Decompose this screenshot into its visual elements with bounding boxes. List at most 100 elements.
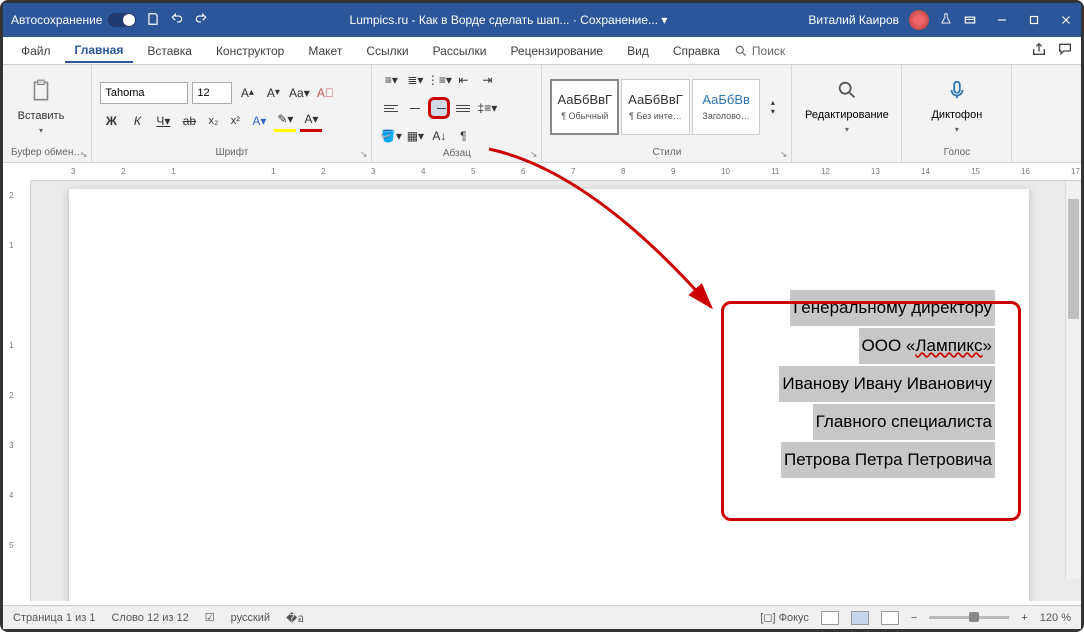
ribbon-tabs: Файл Главная Вставка Конструктор Макет С… (3, 37, 1081, 65)
italic-button[interactable]: К (126, 110, 148, 132)
shading-button[interactable]: 🪣▾ (380, 125, 402, 147)
header-text-block[interactable]: Генеральному директору ООО «Лампикс» Ива… (779, 289, 995, 479)
tab-file[interactable]: Файл (11, 40, 61, 62)
align-right-button[interactable] (428, 97, 450, 119)
zoom-slider[interactable] (929, 616, 1009, 619)
underline-button[interactable]: Ч▾ (152, 110, 174, 132)
bold-button[interactable]: Ж (100, 110, 122, 132)
text-line[interactable]: Главного специалиста (813, 404, 995, 440)
group-voice: Диктофон ▾ Голос (902, 65, 1012, 162)
minimize-icon[interactable] (995, 13, 1009, 27)
zoom-in-button[interactable]: + (1021, 612, 1027, 624)
line-spacing-button[interactable]: ‡≡▾ (476, 97, 498, 119)
group-label-paragraph: Абзац (380, 147, 533, 160)
tab-insert[interactable]: Вставка (137, 40, 202, 62)
find-icon[interactable] (836, 79, 858, 101)
ribbon: Вставить ▾ Буфер обмен… ↘ A▴ A▾ Aa▾ A⃠ Ж… (3, 65, 1081, 163)
borders-button[interactable]: ▦▾ (404, 125, 426, 147)
redo-icon[interactable] (194, 12, 208, 29)
focus-mode[interactable]: [◻] Фокус (760, 611, 809, 624)
change-case-button[interactable]: Aa▾ (288, 82, 310, 104)
multilevel-button[interactable]: ⋮≡▾ (428, 69, 450, 91)
status-lang[interactable]: русский (231, 612, 270, 624)
tab-layout[interactable]: Макет (298, 40, 352, 62)
paragraph-launcher-icon[interactable]: ↘ (530, 149, 538, 160)
close-icon[interactable] (1059, 13, 1073, 27)
flask-icon[interactable] (939, 12, 953, 29)
bullets-button[interactable]: ≡▾ (380, 69, 402, 91)
statusbar: Страница 1 из 1 Слово 12 из 12 ☑ русский… (3, 605, 1081, 629)
status-words[interactable]: Слово 12 из 12 (111, 612, 188, 624)
autosave-toggle[interactable]: Автосохранение (11, 13, 136, 27)
style-heading1[interactable]: АаБбВв Заголово… (692, 79, 761, 135)
superscript-button[interactable]: x² (226, 112, 244, 130)
comments-icon[interactable] (1057, 41, 1073, 60)
styles-more-button[interactable]: ▴▾ (762, 96, 783, 118)
numbering-button[interactable]: ≣▾ (404, 69, 426, 91)
zoom-out-button[interactable]: − (911, 612, 917, 624)
show-marks-button[interactable]: ¶ (452, 125, 474, 147)
view-read-button[interactable] (821, 611, 839, 625)
mic-icon[interactable] (946, 79, 968, 101)
zoom-level[interactable]: 120 % (1040, 612, 1071, 624)
tab-review[interactable]: Рецензирование (500, 40, 613, 62)
dec-indent-button[interactable]: ⇤ (452, 69, 474, 91)
grow-font-button[interactable]: A▴ (236, 82, 258, 104)
status-page[interactable]: Страница 1 из 1 (13, 612, 95, 624)
spellcheck-icon[interactable]: ☑ (205, 611, 215, 624)
font-launcher-icon[interactable]: ↘ (360, 149, 368, 160)
text-line[interactable]: ООО «Лампикс» (859, 328, 995, 364)
save-icon[interactable] (146, 12, 160, 29)
tab-home[interactable]: Главная (65, 39, 134, 63)
tab-view[interactable]: Вид (617, 40, 659, 62)
paste-icon[interactable] (28, 78, 54, 104)
shrink-font-button[interactable]: A▾ (262, 82, 284, 104)
share-icon[interactable] (1031, 41, 1047, 60)
view-web-button[interactable] (881, 611, 899, 625)
maximize-icon[interactable] (1027, 13, 1041, 27)
font-size-select[interactable] (192, 82, 232, 104)
inc-indent-button[interactable]: ⇥ (476, 69, 498, 91)
align-center-button[interactable] (404, 97, 426, 119)
vertical-ruler[interactable]: 2112345 (3, 181, 31, 601)
text-effects-button[interactable]: A▾ (248, 110, 270, 132)
styles-launcher-icon[interactable]: ↘ (780, 149, 788, 160)
undo-icon[interactable] (170, 12, 184, 29)
text-line[interactable]: Генеральному директору (790, 290, 995, 326)
accessibility-icon[interactable]: �อ (286, 609, 304, 627)
clipboard-launcher-icon[interactable]: ↘ (80, 149, 88, 160)
clear-format-button[interactable]: A⃠ (314, 82, 336, 104)
font-color-button[interactable]: A▾ (300, 110, 322, 132)
view-print-button[interactable] (851, 611, 869, 625)
tab-help[interactable]: Справка (663, 40, 730, 62)
text-line[interactable]: Петрова Петра Петровича (781, 442, 995, 478)
group-styles: АаБбВвГ ¶ Обычный АаБбВвГ ¶ Без инте… Аа… (542, 65, 792, 162)
tab-references[interactable]: Ссылки (356, 40, 418, 62)
font-name-select[interactable] (100, 82, 188, 104)
user-avatar[interactable] (909, 10, 929, 30)
horizontal-ruler[interactable]: 321123456789101112131415161718 (31, 163, 1081, 181)
toggle-switch[interactable] (108, 13, 136, 27)
search-box[interactable]: Поиск (734, 44, 785, 58)
user-name: Виталий Каиров (808, 13, 899, 27)
scroll-thumb[interactable] (1068, 199, 1079, 319)
sort-button[interactable]: A↓ (428, 125, 450, 147)
document-area[interactable]: Генеральному директору ООО «Лампикс» Ива… (31, 181, 1081, 601)
highlight-button[interactable]: ✎▾ (274, 110, 296, 132)
ribbon-options-icon[interactable] (963, 13, 977, 27)
style-normal[interactable]: АаБбВвГ ¶ Обычный (550, 79, 619, 135)
search-label: Поиск (752, 44, 785, 58)
group-label-clipboard: Буфер обмен… (11, 144, 83, 160)
tab-mailings[interactable]: Рассылки (423, 40, 497, 62)
align-justify-button[interactable] (452, 97, 474, 119)
group-label-styles: Стили (550, 144, 783, 160)
strike-button[interactable]: ab (178, 110, 200, 132)
align-left-button[interactable] (380, 97, 402, 119)
page[interactable]: Генеральному директору ООО «Лампикс» Ива… (69, 189, 1029, 601)
tab-design[interactable]: Конструктор (206, 40, 294, 62)
vertical-scrollbar[interactable] (1065, 181, 1081, 579)
style-no-spacing[interactable]: АаБбВвГ ¶ Без инте… (621, 79, 690, 135)
group-editing: Редактирование ▾ (792, 65, 902, 162)
text-line[interactable]: Иванову Ивану Ивановичу (779, 366, 995, 402)
subscript-button[interactable]: x₂ (204, 112, 222, 130)
